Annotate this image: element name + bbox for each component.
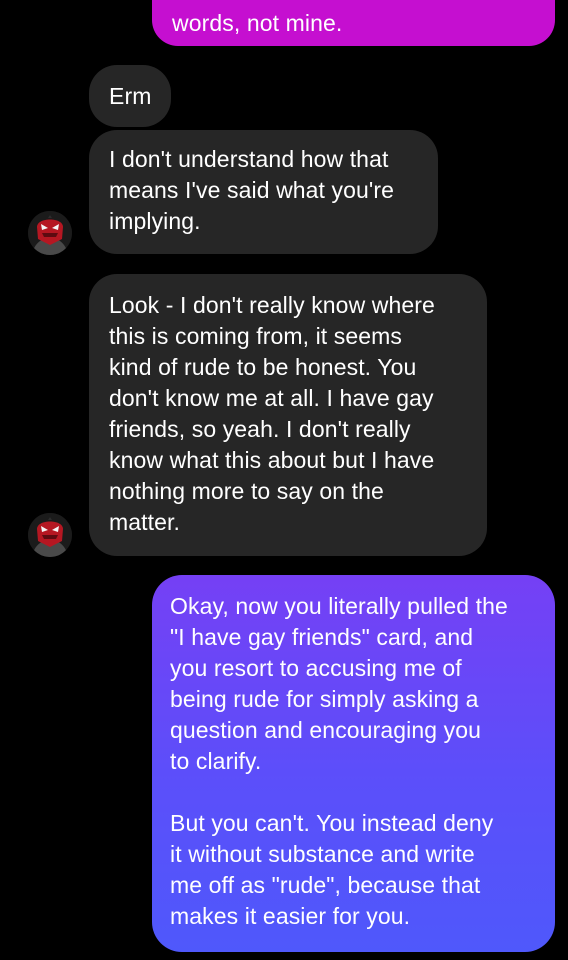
message-text: Okay, now you literally pulled the "I ha… [170, 593, 508, 929]
sent-message-bubble-reply[interactable]: Okay, now you literally pulled the "I ha… [152, 575, 555, 952]
message-text: I don't understand how that means I've s… [109, 146, 395, 234]
message-text: words, not mine. [172, 10, 343, 36]
sent-message-bubble-top[interactable]: words, not mine. [152, 0, 555, 46]
sender-avatar[interactable] [28, 513, 72, 557]
message-text: Erm [109, 83, 152, 109]
sender-avatar[interactable] [28, 211, 72, 255]
received-message-bubble-look[interactable]: Look - I don't really know where this is… [89, 274, 487, 556]
message-text: Look - I don't really know where this is… [109, 292, 435, 535]
received-message-bubble-erm[interactable]: Erm [89, 65, 171, 127]
masked-character-avatar-icon [28, 513, 72, 557]
masked-character-avatar-icon [28, 211, 72, 255]
received-message-bubble-understand[interactable]: I don't understand how that means I've s… [89, 130, 438, 254]
